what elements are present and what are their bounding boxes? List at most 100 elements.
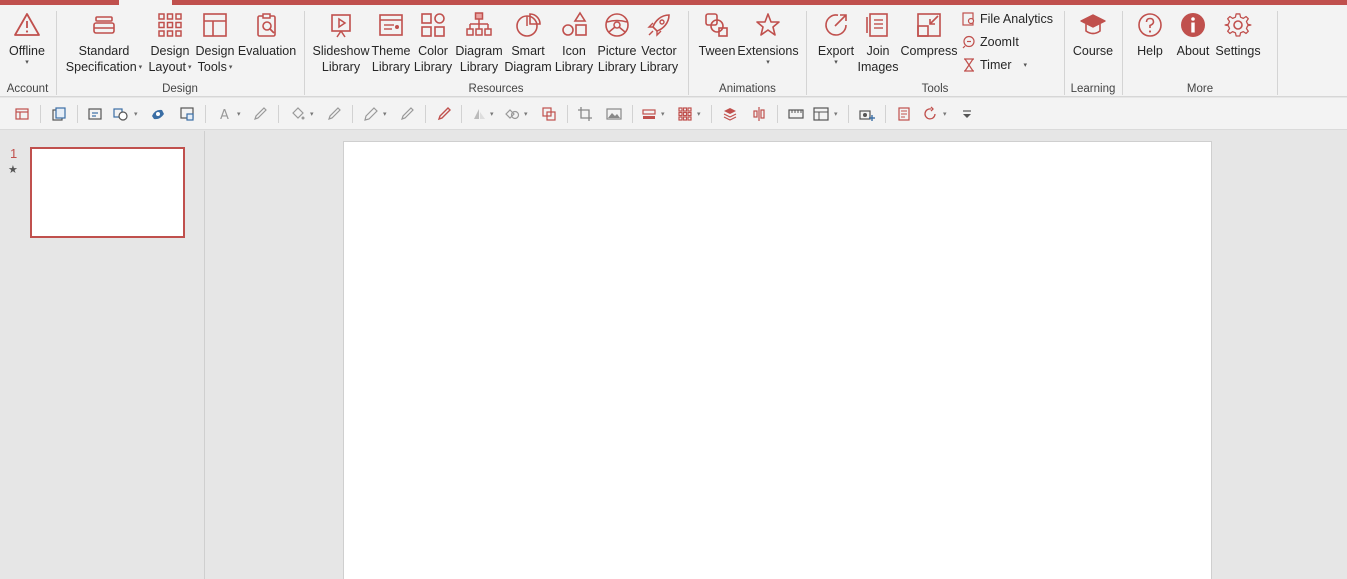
eyedropper-color-icon[interactable] bbox=[435, 106, 453, 122]
toolbar-divider bbox=[885, 105, 886, 123]
shapes-icon[interactable] bbox=[111, 106, 129, 122]
picture-icon[interactable] bbox=[605, 106, 623, 122]
eyedropper-fill-icon[interactable] bbox=[325, 106, 343, 122]
chevron-down-icon[interactable]: ▾ bbox=[237, 110, 241, 118]
chevron-down-icon: ▾ bbox=[766, 59, 770, 66]
shapes-icon bbox=[559, 10, 589, 40]
camera-add-icon[interactable] bbox=[858, 106, 876, 122]
ruler-icon[interactable] bbox=[787, 106, 805, 122]
document-list-icon bbox=[863, 10, 893, 40]
toolbar-divider bbox=[425, 105, 426, 123]
design-tools-button[interactable]: Design Tools ▾ bbox=[194, 10, 236, 76]
offline-button[interactable]: Offline ▾ bbox=[7, 10, 47, 67]
course-button[interactable]: Course bbox=[1072, 10, 1114, 59]
chevron-down-icon[interactable]: ▾ bbox=[490, 110, 494, 118]
chevron-down-icon: ▾ bbox=[25, 59, 29, 66]
outline-pen-icon[interactable] bbox=[362, 106, 380, 122]
color-library-button[interactable]: Color Library bbox=[413, 10, 453, 75]
smart-label: Smart bbox=[511, 44, 545, 58]
timer-label: Timer bbox=[980, 58, 1012, 72]
file-analytics-button[interactable]: File Analytics bbox=[962, 12, 1053, 26]
slideshow-library-label: Library bbox=[321, 60, 361, 74]
picture-label: Picture bbox=[597, 44, 637, 58]
chevron-down-icon: ▾ bbox=[228, 63, 233, 71]
chevron-down-icon[interactable]: ▾ bbox=[943, 110, 947, 118]
chevron-down-icon[interactable]: ▾ bbox=[697, 110, 701, 118]
toolbar-divider bbox=[205, 105, 206, 123]
slideshow-label: Slideshow bbox=[312, 44, 370, 58]
slide-number: 1 bbox=[10, 146, 18, 161]
info-circle-icon bbox=[1178, 10, 1208, 40]
standard-specification-button[interactable]: Standard Specification ▾ bbox=[63, 10, 145, 76]
align-icon[interactable] bbox=[470, 106, 488, 122]
diagram-label: Diagram bbox=[455, 44, 503, 58]
tween-shapes-icon bbox=[702, 10, 732, 40]
align-center-icon[interactable] bbox=[750, 106, 768, 122]
refresh-icon[interactable] bbox=[921, 106, 939, 122]
chevron-down-icon[interactable]: ▾ bbox=[661, 110, 665, 118]
crop-icon[interactable] bbox=[576, 106, 594, 122]
tween-button[interactable]: Tween bbox=[697, 10, 737, 59]
about-button[interactable]: About bbox=[1173, 10, 1213, 59]
font-color-icon[interactable]: A bbox=[216, 106, 234, 122]
ribbon: Offline ▾ Account Standard Specification… bbox=[0, 5, 1347, 97]
fill-bucket-icon[interactable] bbox=[289, 106, 307, 122]
layout-label: Layout ▾ bbox=[148, 59, 191, 76]
guides-icon[interactable] bbox=[812, 106, 830, 122]
chevron-down-icon: ▾ bbox=[1023, 62, 1027, 69]
zoomit-button[interactable]: ZoomIt bbox=[962, 35, 1019, 49]
slideshow-library-button[interactable]: Slideshow Library bbox=[311, 10, 371, 75]
eyedropper-outline-icon[interactable] bbox=[398, 106, 416, 122]
export-button[interactable]: Export ▾ bbox=[815, 10, 857, 67]
design-layout-label: Design bbox=[150, 44, 190, 58]
vector-library-label: Library bbox=[639, 60, 679, 74]
svg-text:A: A bbox=[220, 108, 229, 122]
help-circle-icon bbox=[1135, 10, 1165, 40]
fragment-icon[interactable] bbox=[540, 106, 558, 122]
screen-capture-icon[interactable] bbox=[178, 106, 196, 122]
picture-library-label: Library bbox=[597, 60, 637, 74]
group-divider bbox=[1277, 11, 1278, 95]
layers-icon[interactable] bbox=[721, 106, 739, 122]
chevron-down-icon[interactable]: ▾ bbox=[524, 110, 528, 118]
timer-button[interactable]: Timer ▾ bbox=[962, 58, 1027, 72]
icon-library-label: Library bbox=[554, 60, 594, 74]
color-blocks-icon bbox=[418, 10, 448, 40]
slide-thumbnail[interactable] bbox=[30, 147, 185, 238]
help-button[interactable]: Help bbox=[1131, 10, 1169, 59]
slide-canvas[interactable] bbox=[343, 141, 1212, 579]
icon-library-button[interactable]: Icon Library bbox=[554, 10, 594, 75]
group-animations: Tween Extensions ▾ Animations bbox=[689, 5, 806, 97]
recolor-icon[interactable] bbox=[149, 106, 167, 122]
group-label-design: Design bbox=[162, 83, 198, 95]
theme-window-icon bbox=[376, 10, 406, 40]
chevron-down-icon[interactable]: ▾ bbox=[310, 110, 314, 118]
chevron-down-icon[interactable]: ▾ bbox=[383, 110, 387, 118]
compress-icon bbox=[914, 10, 944, 40]
stack-icon bbox=[89, 10, 119, 40]
textbox-icon[interactable] bbox=[86, 106, 104, 122]
design-layout-button[interactable]: Design Layout ▾ bbox=[148, 10, 192, 76]
smart-diagram-button[interactable]: Smart Diagram bbox=[504, 10, 552, 75]
customize-toolbar-icon[interactable] bbox=[958, 106, 976, 122]
merge-shapes-icon[interactable] bbox=[503, 106, 521, 122]
picture-library-button[interactable]: Picture Library bbox=[596, 10, 638, 75]
settings-button[interactable]: Settings bbox=[1214, 10, 1262, 59]
notes-icon[interactable] bbox=[895, 106, 913, 122]
distribute-icon[interactable] bbox=[640, 106, 658, 122]
diagram-library-button[interactable]: Diagram Library bbox=[455, 10, 503, 75]
join-images-button[interactable]: Join Images bbox=[857, 10, 899, 75]
chevron-down-icon[interactable]: ▾ bbox=[134, 110, 138, 118]
toolbar-divider bbox=[848, 105, 849, 123]
theme-library-button[interactable]: Theme Library bbox=[371, 10, 411, 75]
vector-library-button[interactable]: Vector Library bbox=[639, 10, 679, 75]
chevron-down-icon: ▾ bbox=[834, 59, 838, 66]
grid-icon[interactable] bbox=[676, 106, 694, 122]
eyedropper-icon[interactable] bbox=[251, 106, 269, 122]
chevron-down-icon[interactable]: ▾ bbox=[834, 110, 838, 118]
extensions-button[interactable]: Extensions ▾ bbox=[737, 10, 799, 67]
layout-toggle-icon[interactable] bbox=[13, 106, 31, 122]
copy-format-icon[interactable] bbox=[50, 106, 68, 122]
evaluation-button[interactable]: Evaluation bbox=[237, 10, 297, 59]
compress-button[interactable]: Compress bbox=[901, 10, 957, 59]
